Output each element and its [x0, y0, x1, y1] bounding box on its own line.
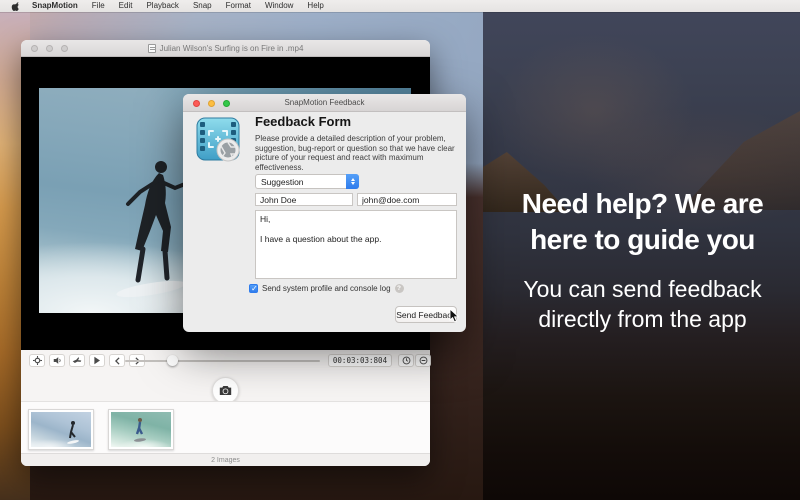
category-dropdown[interactable]: Suggestion — [255, 174, 359, 189]
time-display-button[interactable] — [398, 354, 414, 367]
shutter-icon — [217, 139, 239, 161]
menu-item-app[interactable]: SnapMotion — [25, 0, 85, 12]
form-description: Please provide a detailed description of… — [255, 134, 457, 172]
mini-surfer-2 — [133, 417, 147, 445]
step-backward-button[interactable] — [109, 354, 125, 367]
close-button[interactable] — [31, 45, 38, 52]
menu-item-format[interactable]: Format — [219, 0, 258, 12]
menu-item-window[interactable]: Window — [258, 0, 300, 12]
remove-button[interactable] — [415, 354, 431, 367]
minimize-button[interactable] — [208, 100, 215, 107]
minimize-button[interactable] — [46, 45, 53, 52]
form-heading: Feedback Form — [255, 114, 351, 129]
send-feedback-button[interactable]: Send Feedback — [395, 306, 457, 323]
dialog-titlebar[interactable]: SnapMotion Feedback — [183, 94, 466, 112]
email-field[interactable] — [357, 193, 457, 206]
dialog-window-controls — [193, 100, 230, 107]
gear-icon — [33, 356, 42, 365]
app-filmstrip-icon — [195, 116, 243, 164]
feedback-dialog: SnapMotion Feedback Feedback Form Please… — [183, 94, 466, 332]
video-window-title: Julian Wilson's Surfing is on Fire in .m… — [160, 44, 304, 53]
image-count-label: 2 Images — [211, 457, 240, 464]
subheadline-line-2: directly from the app — [485, 304, 800, 334]
play-icon — [93, 356, 101, 365]
timeline-track[interactable] — [125, 360, 320, 362]
camera-icon — [219, 385, 232, 396]
timecode-field[interactable]: 00:03:03:804 — [328, 354, 392, 367]
info-icon[interactable]: ? — [395, 284, 404, 293]
zoom-button[interactable] — [223, 100, 230, 107]
video-window-titlebar[interactable]: Julian Wilson's Surfing is on Fire in .m… — [21, 40, 430, 57]
dialog-title: SnapMotion Feedback — [284, 98, 364, 107]
headline-line-2: here to guide you — [485, 222, 800, 258]
snapshots-strip — [21, 401, 430, 453]
timeline-thumb[interactable] — [167, 355, 178, 366]
volume-icon — [53, 356, 62, 365]
snap-frame-button[interactable] — [212, 377, 239, 404]
subheadline-line-1: You can send feedback — [485, 274, 800, 304]
message-textarea[interactable]: Hi, I have a question about the app. — [255, 210, 457, 279]
snapshot-thumbnail-2[interactable] — [108, 409, 174, 450]
chevron-down-icon — [351, 182, 355, 185]
window-controls — [31, 45, 68, 52]
zoom-button[interactable] — [61, 45, 68, 52]
surfer-silhouette — [109, 153, 189, 303]
apple-icon[interactable] — [9, 2, 25, 11]
snapshot-image-1 — [31, 412, 91, 447]
menu-item-help[interactable]: Help — [300, 0, 330, 12]
checkbox-label: Send system profile and console log — [262, 284, 391, 293]
headline-line-1: Need help? We are — [485, 186, 800, 222]
player-controls: 00:03:03:804 — [21, 350, 430, 401]
name-field[interactable] — [255, 193, 353, 206]
menu-item-file[interactable]: File — [85, 0, 112, 12]
volume-button[interactable] — [49, 354, 65, 367]
document-icon — [148, 44, 156, 53]
speed-button[interactable] — [69, 354, 85, 367]
play-button[interactable] — [89, 354, 105, 367]
menu-item-snap[interactable]: Snap — [186, 0, 219, 12]
status-bar: 2 Images — [21, 453, 430, 466]
menu-item-edit[interactable]: Edit — [112, 0, 140, 12]
remove-icon — [419, 356, 428, 365]
snapshot-image-2 — [111, 412, 171, 447]
snapshot-thumbnail-1[interactable] — [28, 409, 94, 450]
cursor-icon — [449, 308, 460, 323]
chevron-up-icon — [351, 178, 355, 181]
close-button[interactable] — [193, 100, 200, 107]
dropdown-stepper — [346, 174, 359, 189]
system-profile-row: Send system profile and console log ? — [249, 284, 404, 293]
menu-bar: SnapMotion File Edit Playback Snap Forma… — [0, 0, 800, 12]
plane-icon — [72, 356, 82, 365]
mini-surfer-1 — [65, 420, 79, 446]
marketing-copy: Need help? We are here to guide you You … — [485, 186, 800, 334]
category-value: Suggestion — [256, 177, 346, 187]
clock-icon — [402, 356, 411, 365]
system-profile-checkbox[interactable] — [249, 284, 258, 293]
step-backward-icon — [114, 357, 121, 365]
settings-button[interactable] — [29, 354, 45, 367]
menu-item-playback[interactable]: Playback — [139, 0, 185, 12]
